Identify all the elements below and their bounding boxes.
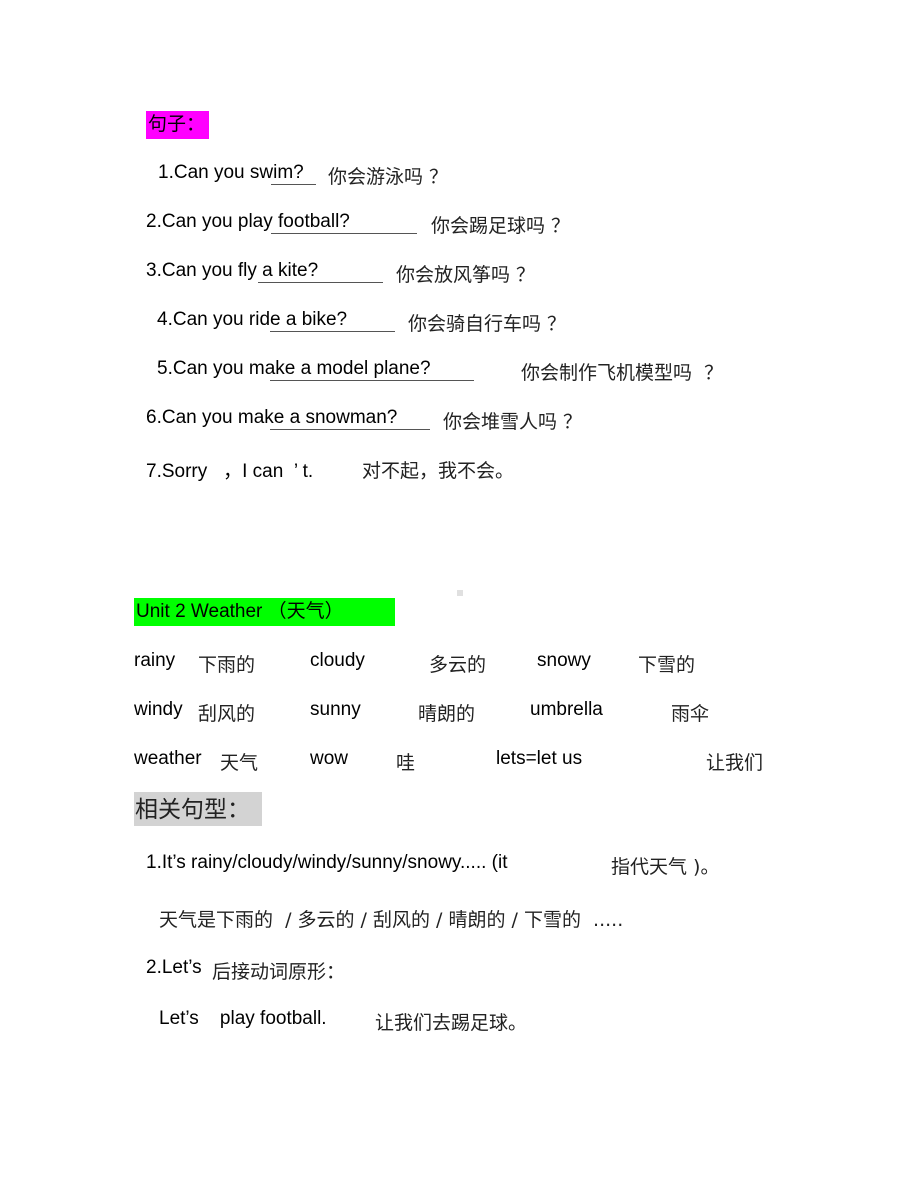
sentences-heading: 句子： <box>146 111 210 139</box>
sentence-6-en: 6.Can you make a snowman? <box>146 407 398 428</box>
vocab-wow-zh: 哇 <box>396 752 416 774</box>
vocab-snowy-zh: 下雪的 <box>638 654 696 676</box>
vocab-cloudy-en: cloudy <box>310 650 365 671</box>
unit2-heading: Unit 2 Weather （天气） <box>134 598 395 626</box>
vocab-umbrella-en: umbrella <box>530 699 603 720</box>
vocab-rainy-zh: 下雨的 <box>198 654 256 676</box>
patterns-heading: 相关句型： <box>134 792 262 826</box>
pattern-2-example-zh: 让我们去踢足球。 <box>375 1012 528 1034</box>
vocab-cloudy-zh: 多云的 <box>429 654 487 676</box>
sentence-5-zh: 你会制作飞机模型吗 ？ <box>521 362 724 384</box>
pattern-2-example-en: Let’s play football. <box>159 1008 327 1029</box>
sentence-5-underline <box>270 380 474 381</box>
vocab-rainy-en: rainy <box>134 650 176 671</box>
sentence-6-underline <box>270 429 430 430</box>
sentence-3-en: 3.Can you fly a kite? <box>146 260 319 281</box>
vocab-sunny-zh: 晴朗的 <box>418 703 476 725</box>
vocab-lets-zh: 让我们 <box>706 752 764 774</box>
pattern-1-en: 1.It’s rainy/cloudy/windy/sunny/snowy...… <box>146 852 508 873</box>
vocab-weather-zh: 天气 <box>220 752 259 774</box>
pattern-1-translation: 天气是下雨的 / 多云的 / 刮风的 / 晴朗的 / 下雪的 ..... <box>159 909 624 931</box>
sentence-4-underline <box>270 331 395 332</box>
vocab-windy-zh: 刮风的 <box>198 703 256 725</box>
sentence-4-zh: 你会骑自行车吗 ？ <box>408 313 567 335</box>
sentence-2-underline <box>271 233 417 234</box>
vocab-snowy-en: snowy <box>537 650 591 671</box>
vocab-lets-en: lets=let us <box>496 748 583 769</box>
sentence-1-zh: 你会游泳吗 ？ <box>328 166 449 188</box>
sentence-5-en: 5.Can you make a model plane? <box>157 358 431 379</box>
sentence-7-zh: 对不起，我不会。 <box>362 460 515 482</box>
vocab-windy-en: windy <box>134 699 183 720</box>
sentence-3-underline <box>258 282 383 283</box>
sentence-4-en: 4.Can you ride a bike? <box>157 309 348 330</box>
sentence-1-underline <box>271 184 316 185</box>
vocab-wow-en: wow <box>310 748 349 769</box>
sentence-7-en: 7.Sorry ，I can ’ t. <box>146 461 314 482</box>
vocab-umbrella-zh: 雨伞 <box>671 703 710 725</box>
pattern-2-en: 2.Let’s <box>146 957 202 978</box>
vocab-weather-en: weather <box>134 748 202 769</box>
sentence-2-en: 2.Can you play football? <box>146 211 350 232</box>
sentence-3-zh: 你会放风筝吗 ？ <box>396 264 536 286</box>
sentence-6-zh: 你会堆雪人吗 ？ <box>443 411 583 433</box>
sentence-2-zh: 你会踢足球吗 ？ <box>431 215 571 237</box>
pattern-2-zh: 后接动词原形： <box>212 961 346 983</box>
vocab-sunny-en: sunny <box>310 699 361 720</box>
pattern-1-zh: 指代天气 )。 <box>611 856 720 878</box>
stray-mark <box>457 590 463 596</box>
sentence-1-en: 1.Can you swim? <box>158 162 304 183</box>
